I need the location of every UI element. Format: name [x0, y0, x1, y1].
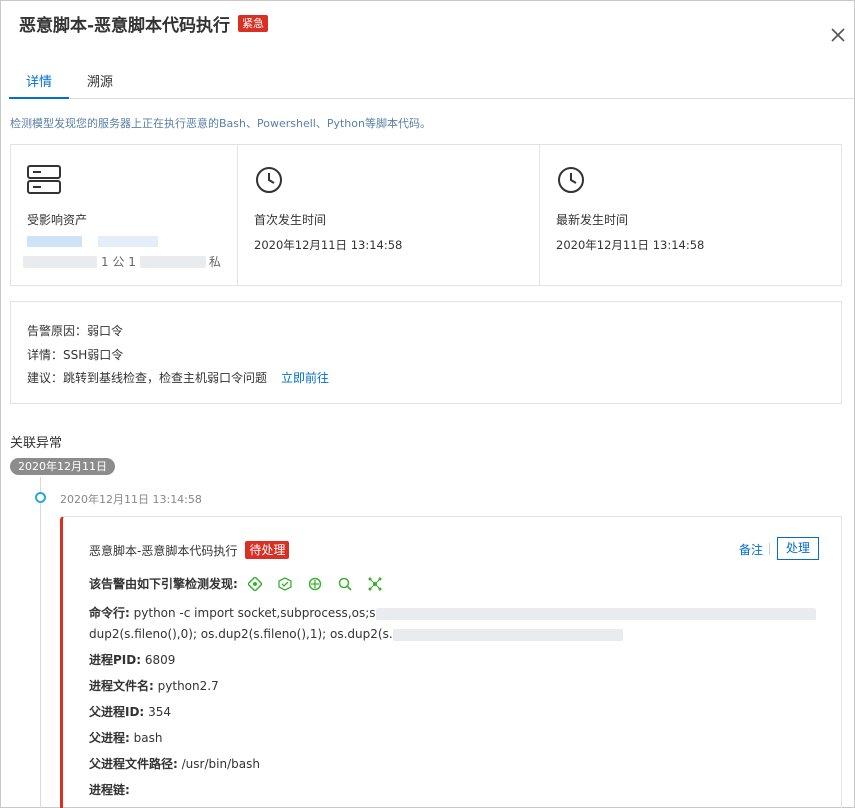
engine-3-icon[interactable]	[308, 577, 322, 591]
alert-detail: 详情：SSH弱口令	[27, 348, 124, 362]
severity-badge: 紧急	[238, 14, 269, 32]
divider	[769, 543, 770, 555]
note-link[interactable]: 备注	[739, 541, 763, 558]
chain-field: 进程链:	[89, 781, 130, 798]
event-card: 恶意脚本-恶意脚本代码执行 待处理 备注 处理 该告警由如下引擎检测发现: 命令…	[60, 516, 842, 808]
event-title: 恶意脚本-恶意脚本代码执行	[89, 543, 238, 558]
alert-suggestion-row: 建议：跳转到基线检查，检查主机弱口令问题 立即前往	[27, 369, 329, 386]
status-badge: 待处理	[245, 541, 290, 559]
timeline-line	[40, 477, 41, 808]
asset-name-link[interactable]	[27, 236, 177, 249]
asset-ip: 1 公 1 私	[23, 253, 221, 270]
ppid-value: 354	[148, 705, 171, 719]
alert-reason: 告警原因：弱口令	[27, 324, 124, 338]
parent-field: 父进程: bash	[89, 729, 162, 746]
parent-label: 父进程:	[89, 731, 130, 745]
engine-icons	[246, 575, 398, 592]
tab-bar: 详情 溯源	[9, 67, 854, 99]
engine-2-icon[interactable]	[278, 576, 292, 591]
cmd-line: 命令行: python -c import socket,subprocess,…	[89, 603, 819, 645]
first-time-card: 首次发生时间 2020年12月11日 13:14:58	[238, 145, 540, 285]
engine-row: 该告警由如下引擎检测发现:	[89, 575, 398, 592]
latest-time-label: 最新发生时间	[556, 213, 629, 227]
engine-4-icon[interactable]	[338, 577, 352, 591]
cmd-line-2: dup2(s.fileno(),0); os.dup2(s.fileno(),1…	[89, 627, 393, 641]
parent-path-value: /usr/bin/bash	[181, 757, 260, 771]
tab-details[interactable]: 详情	[9, 67, 69, 99]
reason-box: 告警原因：弱口令 详情：SSH弱口令 建议：跳转到基线检查，检查主机弱口令问题立…	[10, 301, 842, 404]
pid-label: 进程PID:	[89, 653, 142, 667]
first-time-label: 首次发生时间	[254, 213, 327, 227]
related-section-title: 关联异常	[10, 436, 63, 451]
parent-value: bash	[133, 731, 163, 745]
asset-card: 受影响资产 1 公 1 私	[11, 145, 238, 285]
date-pill: 2020年12月11日	[10, 458, 115, 475]
info-cards: 受影响资产 1 公 1 私 首次发生时间 2020年12月11日 13:14:5…	[10, 144, 842, 286]
cmd-line-1: python -c import socket,subprocess,os;s	[133, 606, 376, 620]
page-title: 恶意脚本-恶意脚本代码执行	[19, 15, 231, 36]
pid-field: 进程PID: 6809	[89, 651, 175, 668]
cmd-label: 命令行:	[89, 606, 130, 620]
asset-label: 受影响资产	[27, 213, 88, 227]
drawer-header: 恶意脚本-恶意脚本代码执行 紧急	[19, 11, 269, 36]
ppid-field: 父进程ID: 354	[89, 703, 171, 720]
latest-time-value: 2020年12月11日 13:14:58	[556, 238, 705, 252]
event-header: 恶意脚本-恶意脚本代码执行 待处理	[89, 541, 290, 559]
first-time-value: 2020年12月11日 13:14:58	[254, 238, 403, 252]
close-button[interactable]	[828, 25, 848, 45]
asset-ip-mid: 1 公 1	[101, 255, 136, 269]
handle-button[interactable]: 处理	[777, 537, 819, 560]
latest-time-card: 最新发生时间 2020年12月11日 13:14:58	[540, 145, 841, 285]
tab-trace[interactable]: 溯源	[85, 67, 115, 99]
chain-label: 进程链:	[89, 783, 130, 797]
filename-value: python2.7	[157, 679, 219, 693]
engine-5-icon[interactable]	[368, 577, 382, 591]
timeline-time: 2020年12月11日 13:14:58	[60, 493, 202, 506]
filename-label: 进程文件名:	[89, 679, 154, 693]
filename-field: 进程文件名: python2.7	[89, 677, 219, 694]
server-icon	[27, 165, 61, 198]
asset-ip-end: 私	[208, 255, 221, 269]
parent-path-label: 父进程文件路径:	[89, 757, 178, 771]
clock-icon	[254, 165, 284, 198]
timeline-dot	[35, 492, 46, 503]
close-icon	[831, 28, 845, 42]
engine-1-icon[interactable]	[246, 575, 263, 592]
pid-value: 6809	[144, 653, 176, 667]
parent-path-field: 父进程文件路径: /usr/bin/bash	[89, 755, 260, 772]
go-now-link[interactable]: 立即前往	[281, 371, 329, 385]
alert-description: 检测模型发现您的服务器上正在执行恶意的Bash、Powershell、Pytho…	[10, 117, 431, 130]
clock-icon	[556, 165, 586, 198]
alert-suggestion: 建议：跳转到基线检查，检查主机弱口令问题	[27, 371, 268, 385]
engine-label: 该告警由如下引擎检测发现:	[89, 577, 238, 591]
ppid-label: 父进程ID:	[89, 705, 145, 719]
